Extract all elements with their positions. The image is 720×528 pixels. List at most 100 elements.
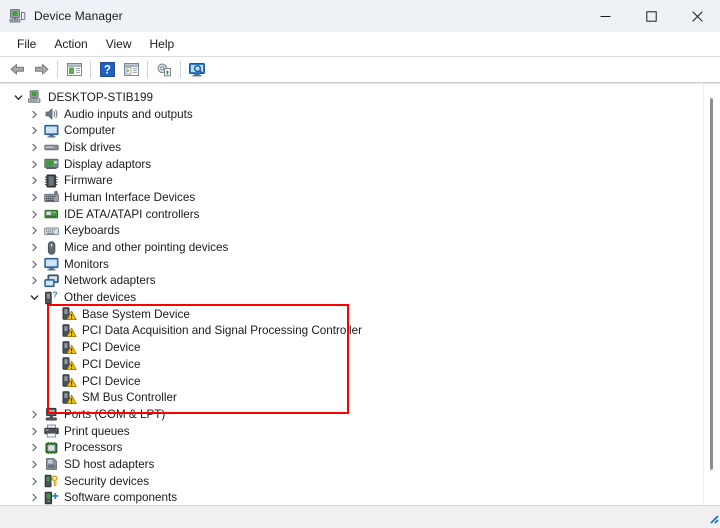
network-adapter-icon	[42, 273, 60, 289]
tree-row-label: Computer	[64, 124, 116, 138]
tree-row-label: Disk drives	[64, 140, 122, 154]
tree-row[interactable]: Software components	[10, 490, 720, 506]
chevron-down-icon[interactable]	[26, 293, 42, 302]
unknown-device-warning-icon	[60, 373, 78, 389]
monitor-icon	[42, 256, 60, 272]
tree-row[interactable]: Disk drives	[10, 139, 720, 156]
chevron-right-icon[interactable]	[26, 443, 42, 452]
menu-file[interactable]: File	[8, 34, 45, 54]
vertical-scrollbar-thumb[interactable]	[710, 98, 713, 470]
tree-row[interactable]: Firmware	[10, 172, 720, 189]
tree-row[interactable]: Processors	[10, 439, 720, 456]
tree-row[interactable]: Print queues	[10, 423, 720, 440]
chevron-right-icon[interactable]	[26, 143, 42, 152]
tree-row[interactable]: Base System Device	[10, 306, 720, 323]
tree-row[interactable]: PCI Device	[10, 339, 720, 356]
window-controls	[582, 0, 720, 32]
unknown-device-warning-icon	[60, 340, 78, 356]
chevron-right-icon[interactable]	[26, 110, 42, 119]
tree-row[interactable]: IDE ATA/ATAPI controllers	[10, 206, 720, 223]
tree-row-label: Monitors	[64, 257, 109, 271]
tree-row[interactable]: ? Other devices	[10, 289, 720, 306]
minimize-button[interactable]	[582, 0, 628, 32]
device-tree: DESKTOP-STIB199 Audio inputs and outputs…	[0, 89, 720, 505]
maximize-button[interactable]	[628, 0, 674, 32]
chevron-right-icon[interactable]	[26, 160, 42, 169]
chevron-right-icon[interactable]	[26, 493, 42, 502]
hid-icon	[42, 189, 60, 205]
tree-row-label: PCI Device	[82, 357, 141, 371]
chevron-right-icon[interactable]	[26, 410, 42, 419]
tree-row[interactable]: SD host adapters	[10, 456, 720, 473]
chevron-right-icon[interactable]	[26, 427, 42, 436]
tree-row-label: DESKTOP-STIB199	[48, 90, 154, 104]
chevron-right-icon[interactable]	[26, 176, 42, 185]
tree-row[interactable]: Human Interface Devices	[10, 189, 720, 206]
vertical-scrollbar[interactable]	[703, 84, 720, 505]
menu-bar: File Action View Help	[0, 32, 720, 57]
tree-row[interactable]: Monitors	[10, 256, 720, 273]
chevron-right-icon[interactable]	[26, 276, 42, 285]
disk-drive-icon	[42, 139, 60, 155]
title-bar-left: Device Manager	[0, 8, 123, 24]
speaker-icon	[42, 106, 60, 122]
tree-row-label: PCI Device	[82, 341, 141, 355]
chevron-right-icon[interactable]	[26, 243, 42, 252]
chevron-right-icon[interactable]	[26, 126, 42, 135]
computer-root-icon	[26, 89, 44, 105]
unknown-device-warning-icon	[60, 390, 78, 406]
show-hide-console-tree-icon[interactable]	[62, 59, 86, 81]
chevron-down-icon[interactable]	[10, 93, 26, 102]
mouse-icon	[42, 240, 60, 256]
scan-for-hardware-changes-icon[interactable]	[185, 59, 209, 81]
chevron-right-icon[interactable]	[26, 260, 42, 269]
toolbar: ?	[0, 57, 720, 83]
back-arrow-icon[interactable]	[5, 59, 29, 81]
ide-controller-icon	[42, 206, 60, 222]
menu-action[interactable]: Action	[45, 34, 96, 54]
help-icon[interactable]: ?	[95, 59, 119, 81]
menu-help[interactable]: Help	[141, 34, 184, 54]
toolbar-separator	[147, 61, 148, 78]
properties-icon[interactable]	[119, 59, 143, 81]
tree-row-label: Software components	[64, 491, 178, 505]
forward-arrow-icon[interactable]	[29, 59, 53, 81]
close-button[interactable]	[674, 0, 720, 32]
tree-row-label: Firmware	[64, 174, 113, 188]
software-component-icon	[42, 490, 60, 505]
tree-row-label: SD host adapters	[64, 457, 155, 471]
window-title: Device Manager	[34, 9, 123, 23]
tree-row[interactable]: Security devices	[10, 473, 720, 490]
tree-row[interactable]: PCI Device	[10, 373, 720, 390]
security-device-icon	[42, 473, 60, 489]
tree-row[interactable]: Ports (COM & LPT)	[10, 406, 720, 423]
monitor-icon	[42, 123, 60, 139]
tree-row[interactable]: SM Bus Controller	[10, 389, 720, 406]
tree-row-label: PCI Device	[82, 374, 141, 388]
chevron-right-icon[interactable]	[26, 477, 42, 486]
tree-row-label: Audio inputs and outputs	[64, 107, 193, 121]
tree-row-label: Display adaptors	[64, 157, 152, 171]
tree-row-label: Other devices	[64, 291, 137, 305]
tree-row[interactable]: PCI Device	[10, 356, 720, 373]
tree-row[interactable]: Network adapters	[10, 273, 720, 290]
tree-row[interactable]: Keyboards	[10, 223, 720, 240]
tree-row-label: Print queues	[64, 424, 130, 438]
printer-icon	[42, 423, 60, 439]
update-driver-icon[interactable]	[152, 59, 176, 81]
resize-grip-icon[interactable]	[706, 511, 719, 527]
chevron-right-icon[interactable]	[26, 193, 42, 202]
tree-row[interactable]: Audio inputs and outputs	[10, 106, 720, 123]
tree-row[interactable]: DESKTOP-STIB199	[10, 89, 720, 106]
tree-row[interactable]: PCI Data Acquisition and Signal Processi…	[10, 323, 720, 340]
tree-row-label: SM Bus Controller	[82, 391, 177, 405]
menu-view[interactable]: View	[97, 34, 141, 54]
chevron-right-icon[interactable]	[26, 460, 42, 469]
tree-row[interactable]: Mice and other pointing devices	[10, 239, 720, 256]
tree-row[interactable]: Display adaptors	[10, 156, 720, 173]
toolbar-separator	[180, 61, 181, 78]
toolbar-separator	[90, 61, 91, 78]
tree-row[interactable]: Computer	[10, 122, 720, 139]
chevron-right-icon[interactable]	[26, 210, 42, 219]
chevron-right-icon[interactable]	[26, 226, 42, 235]
